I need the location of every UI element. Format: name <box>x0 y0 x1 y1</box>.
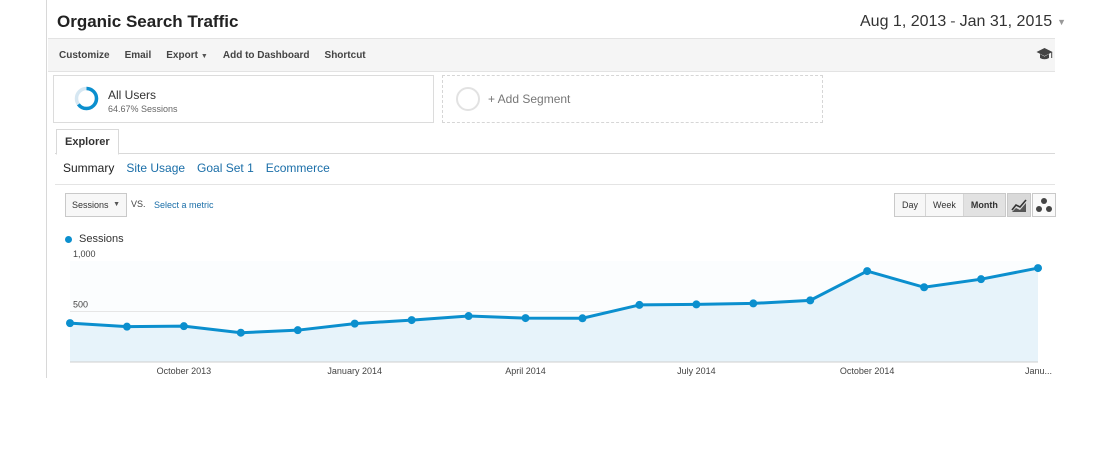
x-tick-label: October 2013 <box>157 366 212 376</box>
x-tick-label: April 2014 <box>505 366 546 376</box>
x-tick-label: January 2014 <box>327 366 382 376</box>
data-point <box>236 328 245 337</box>
data-point <box>179 322 188 331</box>
data-point <box>293 326 302 335</box>
data-point <box>920 283 929 292</box>
data-point <box>692 300 701 309</box>
data-point <box>635 300 644 309</box>
x-tick-label: Janu... <box>1025 366 1052 376</box>
data-point <box>863 267 872 276</box>
sessions-chart: 1,000 500 October 2013 January 2014 April 20… <box>66 249 1052 376</box>
x-tick-label: October 2014 <box>840 366 895 376</box>
y-tick-label: 500 <box>73 300 88 310</box>
data-point <box>1034 264 1042 273</box>
data-point <box>749 299 758 308</box>
data-point <box>521 314 530 323</box>
data-point <box>407 316 416 325</box>
data-point <box>350 319 359 328</box>
data-point <box>578 314 587 323</box>
data-point <box>977 275 986 284</box>
data-point <box>66 319 74 328</box>
data-point <box>464 312 473 321</box>
y-tick-label: 1,000 <box>73 249 96 259</box>
x-tick-label: July 2014 <box>677 366 716 376</box>
data-point <box>122 322 131 331</box>
data-point <box>806 296 815 305</box>
